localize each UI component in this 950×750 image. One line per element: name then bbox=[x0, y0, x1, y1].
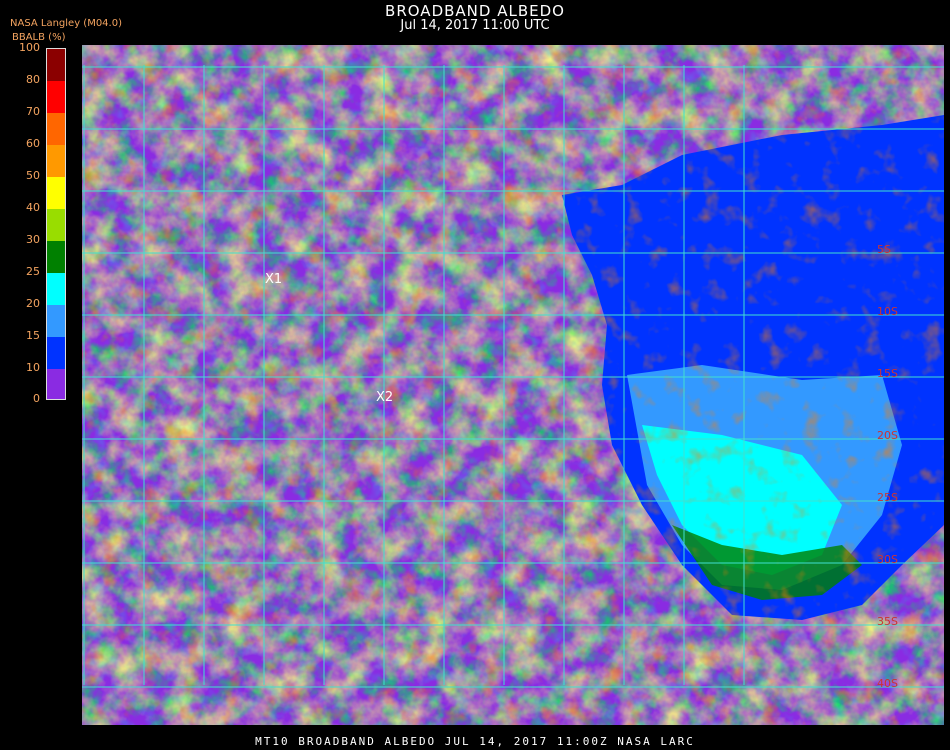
colorbar-band bbox=[47, 177, 65, 209]
source-label: NASA Langley (M04.0) bbox=[10, 18, 122, 29]
colorbar-band bbox=[47, 81, 65, 113]
latitude-label: 40S bbox=[877, 677, 898, 690]
latitude-label: 15S bbox=[877, 367, 898, 380]
colorbar-band bbox=[47, 241, 65, 273]
latitude-label: 35S bbox=[877, 615, 898, 628]
colorbar-band bbox=[47, 49, 65, 81]
colorbar-band bbox=[47, 337, 65, 369]
page-subtitle: Jul 14, 2017 11:00 UTC bbox=[400, 18, 550, 33]
colorbar-tick: 80 bbox=[26, 73, 40, 86]
colorbar-tick: 15 bbox=[26, 329, 40, 342]
colorbar bbox=[46, 48, 66, 400]
colorbar-tick: 100 bbox=[19, 41, 40, 54]
colorbar-tick: 0 bbox=[33, 392, 40, 405]
colorbar-tick: 50 bbox=[26, 169, 40, 182]
colorbar-tick: 30 bbox=[26, 233, 40, 246]
latitude-label: 10S bbox=[877, 305, 898, 318]
colorbar-tick: 25 bbox=[26, 265, 40, 278]
colorbar-band bbox=[47, 273, 65, 305]
marker-x1: X1 bbox=[265, 272, 282, 287]
footer-caption: MT10 BROADBAND ALBEDO JUL 14, 2017 11:00… bbox=[255, 735, 695, 748]
cloud-texture bbox=[82, 45, 944, 725]
colorbar-tick: 40 bbox=[26, 201, 40, 214]
colorbar-band bbox=[47, 369, 65, 399]
colorbar-tick: 20 bbox=[26, 297, 40, 310]
colorbar-band bbox=[47, 145, 65, 177]
colorbar-band bbox=[47, 113, 65, 145]
colorbar-band bbox=[47, 305, 65, 337]
latitude-label: 25S bbox=[877, 491, 898, 504]
latitude-label: 20S bbox=[877, 429, 898, 442]
colorbar-band bbox=[47, 209, 65, 241]
albedo-map: 5S10S15S20S25S30S35S40S45S X1 X2 bbox=[82, 45, 944, 725]
colorbar-tick: 60 bbox=[26, 137, 40, 150]
colorbar-tick: 70 bbox=[26, 105, 40, 118]
albedo-imagery: 5S10S15S20S25S30S35S40S45S X1 X2 bbox=[82, 45, 944, 725]
latitude-label: 30S bbox=[877, 553, 898, 566]
marker-x2: X2 bbox=[376, 390, 393, 405]
latitude-label: 5S bbox=[877, 243, 891, 256]
colorbar-tick: 10 bbox=[26, 361, 40, 374]
